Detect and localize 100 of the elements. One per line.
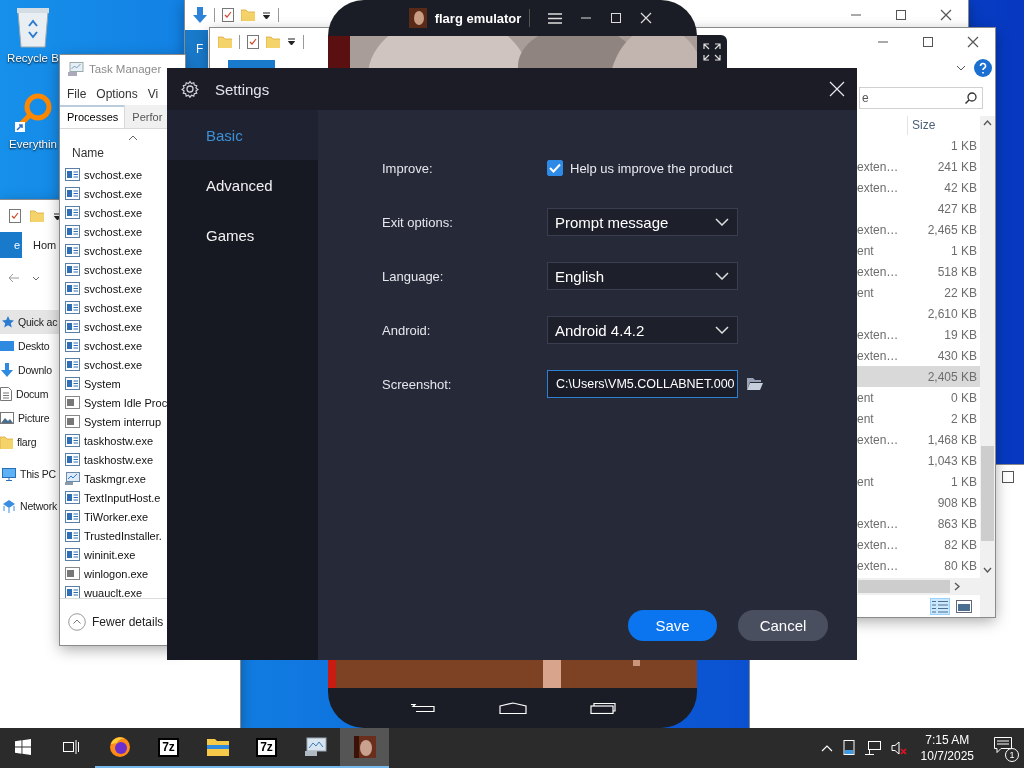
back-icon[interactable] bbox=[409, 703, 436, 713]
program-icon bbox=[65, 415, 80, 428]
volume-muted-icon[interactable] bbox=[890, 741, 907, 755]
folder-icon bbox=[206, 738, 229, 756]
field-label: Exit options: bbox=[382, 214, 454, 230]
sidebar-item[interactable]: Advanced bbox=[167, 160, 318, 210]
folder-icon[interactable] bbox=[747, 378, 763, 390]
table-cell: 1,043 KB bbox=[927, 453, 977, 468]
help-icon[interactable] bbox=[974, 58, 992, 77]
process-name: svchost.exe bbox=[84, 282, 143, 295]
table-cell: 19 KB bbox=[944, 327, 977, 342]
network-icon[interactable] bbox=[864, 741, 881, 755]
save-button[interactable]: Save bbox=[628, 610, 717, 641]
search-field[interactable]: e bbox=[859, 87, 983, 109]
nav-item[interactable]: This PC bbox=[20, 468, 56, 480]
taskbar-button[interactable]: 7z bbox=[144, 728, 193, 768]
chevron-down-icon bbox=[956, 64, 966, 71]
table-cell-text: exten… bbox=[857, 558, 900, 573]
table-cell: 2,405 KB bbox=[927, 369, 977, 384]
device-icon[interactable] bbox=[842, 740, 855, 756]
windows-logo-icon bbox=[15, 739, 31, 755]
network-icon bbox=[2, 499, 16, 513]
notification-count: 1 bbox=[1005, 748, 1019, 762]
desktop-icon-label[interactable]: Recycle B bbox=[7, 52, 59, 64]
maximize-button[interactable] bbox=[894, 9, 907, 21]
program-icon bbox=[65, 206, 80, 219]
details-view-button[interactable] bbox=[930, 597, 950, 615]
back-arrow-icon[interactable] bbox=[8, 273, 20, 283]
preview-view-button[interactable] bbox=[954, 597, 974, 615]
close-button[interactable] bbox=[966, 35, 979, 48]
tab[interactable]: Processes bbox=[60, 105, 126, 128]
table-cell: 1 KB bbox=[951, 243, 977, 258]
dropdown-icon bbox=[262, 10, 271, 20]
table-cell-text: exten… bbox=[857, 159, 900, 174]
program-icon bbox=[65, 491, 80, 504]
nav-item[interactable]: Deskto bbox=[18, 340, 50, 352]
nav-item[interactable]: Network bbox=[20, 500, 58, 512]
cancel-button[interactable]: Cancel bbox=[738, 610, 828, 641]
table-cell-text: exten… bbox=[857, 516, 900, 531]
home-icon[interactable] bbox=[498, 702, 527, 714]
program-icon bbox=[65, 434, 80, 447]
dropdown[interactable]: Android 4.4.2 bbox=[547, 316, 738, 344]
path-field[interactable]: C:\Users\VM5.COLLABNET.000 bbox=[547, 370, 738, 398]
clock-time[interactable]: 7:15 AM bbox=[925, 733, 970, 747]
notification-button[interactable]: 1 bbox=[994, 737, 1016, 759]
window-title: flarg emulator bbox=[434, 10, 522, 26]
scrollbar-thumb[interactable] bbox=[981, 446, 994, 541]
column-header[interactable]: Name bbox=[72, 146, 104, 160]
menu-item[interactable]: Vi bbox=[147, 86, 159, 101]
task-view-icon bbox=[62, 740, 79, 754]
taskbar-button[interactable]: 7z bbox=[242, 728, 291, 768]
dropdown[interactable]: English bbox=[547, 262, 738, 290]
folder-icon bbox=[30, 210, 44, 222]
nav-item[interactable]: flarg bbox=[17, 436, 37, 448]
process-name: svchost.exe bbox=[84, 263, 143, 276]
ribbon-tab[interactable]: F bbox=[185, 30, 208, 68]
program-icon bbox=[65, 586, 80, 598]
scrollbar-thumb[interactable] bbox=[858, 580, 950, 593]
computer-icon bbox=[2, 467, 16, 481]
ribbon-tab[interactable]: Hom bbox=[31, 232, 59, 258]
maximize-button[interactable] bbox=[921, 35, 934, 48]
dropdown[interactable]: Prompt message bbox=[547, 208, 738, 236]
archive-app-icon: 7z bbox=[256, 737, 277, 757]
process-name: wuauclt.exe bbox=[84, 586, 143, 598]
process-name: System Idle Proc bbox=[84, 396, 168, 409]
nav-item[interactable]: Downlo bbox=[18, 364, 52, 376]
table-cell: 908 KB bbox=[937, 495, 977, 510]
field-label: Screenshot: bbox=[382, 376, 453, 392]
clock-date[interactable]: 10/7/2025 bbox=[920, 749, 974, 763]
nav-item[interactable]: Docum bbox=[16, 388, 49, 400]
app-icon bbox=[408, 8, 427, 28]
desktop-icon bbox=[0, 340, 14, 352]
nav-item[interactable]: Quick ac bbox=[18, 316, 58, 328]
table-cell: 241 KB bbox=[937, 159, 977, 174]
table-cell: 427 KB bbox=[937, 201, 977, 216]
program-icon bbox=[65, 453, 80, 466]
menu-icon[interactable] bbox=[548, 12, 563, 24]
close-button[interactable] bbox=[939, 9, 952, 21]
nav-item[interactable]: Picture bbox=[18, 412, 50, 424]
chevron-down-icon[interactable] bbox=[32, 275, 40, 281]
process-name: winlogon.exe bbox=[84, 567, 149, 580]
checkbox-label: Help us improve the product bbox=[570, 160, 733, 176]
table-cell: 80 KB bbox=[944, 558, 977, 573]
process-name: wininit.exe bbox=[84, 548, 136, 561]
checkbox[interactable] bbox=[547, 160, 563, 176]
recent-apps-icon[interactable] bbox=[589, 702, 616, 714]
process-name: svchost.exe bbox=[84, 358, 143, 371]
sidebar-item[interactable]: Games bbox=[167, 210, 318, 260]
taskbar-button[interactable] bbox=[340, 728, 389, 768]
fullscreen-button[interactable] bbox=[697, 35, 727, 68]
table-cell-text: ent bbox=[857, 411, 875, 426]
maximize-icon[interactable] bbox=[1002, 471, 1014, 483]
monitor-chart-icon bbox=[304, 737, 327, 757]
fewer-details-link[interactable]: Fewer details bbox=[92, 615, 164, 629]
ribbon-tab[interactable]: e bbox=[0, 232, 22, 258]
sidebar-item[interactable]: Basic bbox=[167, 110, 318, 160]
menu-item[interactable]: Options bbox=[96, 86, 138, 101]
chevron-up-icon[interactable] bbox=[820, 744, 833, 752]
magnifier-icon bbox=[13, 92, 53, 134]
menu-item[interactable]: File bbox=[67, 86, 87, 101]
